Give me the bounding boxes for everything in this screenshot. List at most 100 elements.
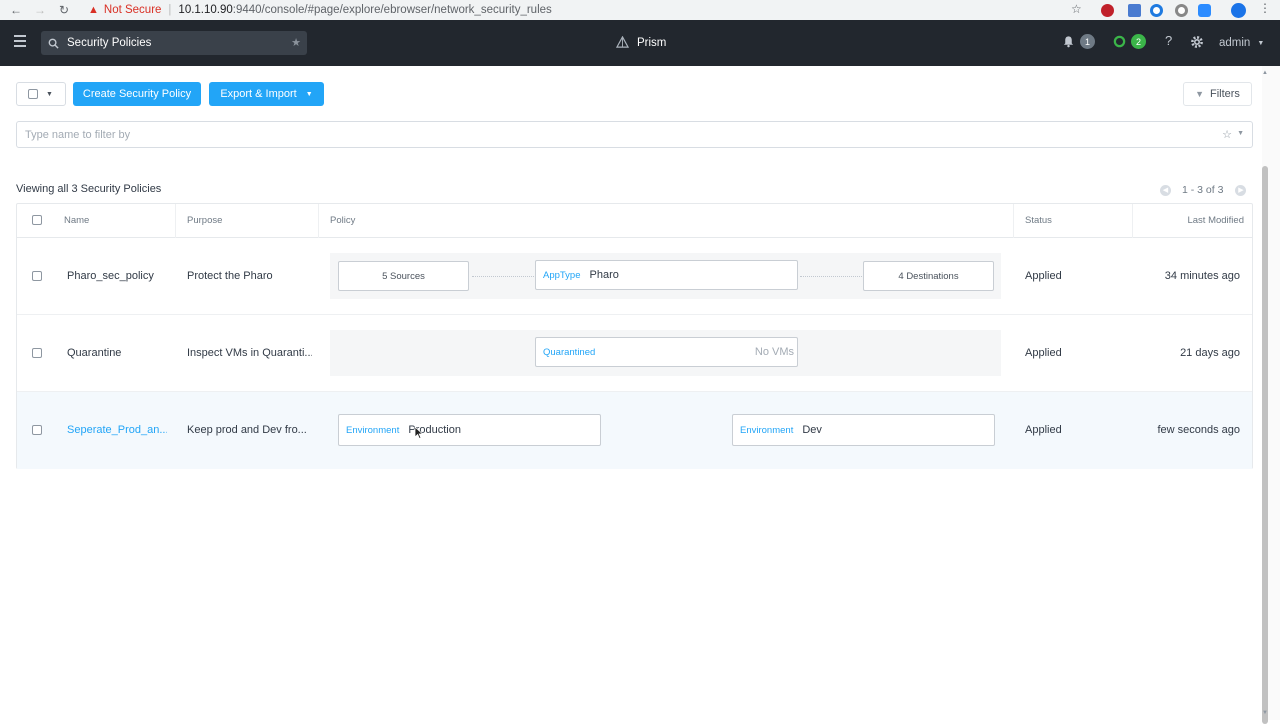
- tasks-button[interactable]: 2: [1113, 34, 1146, 49]
- policy-name-link[interactable]: Seperate_Prod_an...: [67, 424, 167, 436]
- column-divider: [175, 204, 176, 238]
- warning-icon: ▲: [88, 4, 99, 16]
- save-filter-star-icon[interactable]: ☆: [1222, 128, 1232, 141]
- url-host: 10.1.10.90: [178, 4, 233, 16]
- tasks-count-badge: 2: [1131, 34, 1146, 49]
- destinations-box[interactable]: 4 Destinations: [863, 261, 994, 291]
- quarantine-box[interactable]: Quarantined No VMs: [535, 337, 798, 367]
- category-value: Pharo: [589, 269, 619, 281]
- scroll-up-icon[interactable]: ▲: [1262, 70, 1268, 76]
- policy-purpose: Keep prod and Dev fro...: [187, 424, 307, 436]
- source-environment-box[interactable]: Environment Production: [338, 414, 601, 446]
- prism-logo-icon: [616, 36, 629, 48]
- last-modified-text: 21 days ago: [1180, 347, 1240, 359]
- row-checkbox[interactable]: [32, 271, 42, 281]
- bulk-select-checkbox[interactable]: [28, 89, 38, 99]
- row-checkbox[interactable]: [32, 348, 42, 358]
- alerts-count-badge: 1: [1080, 34, 1095, 49]
- reload-icon[interactable]: ↻: [56, 3, 72, 17]
- filters-button[interactable]: ▼ Filters: [1183, 82, 1252, 106]
- back-icon[interactable]: ←: [8, 3, 24, 17]
- browser-toolbar: ← → ↻ ▲ Not Secure | 10.1.10.90 :9440/co…: [0, 0, 1280, 20]
- column-header-status[interactable]: Status: [1025, 215, 1052, 226]
- filter-funnel-icon: ▼: [1195, 89, 1204, 99]
- scroll-down-icon[interactable]: ▼: [1262, 710, 1268, 716]
- column-header-name[interactable]: Name: [64, 215, 89, 226]
- category-tag: AppType: [543, 269, 581, 281]
- app-group-box[interactable]: AppType Pharo: [535, 260, 798, 290]
- select-all-checkbox[interactable]: [32, 215, 42, 225]
- next-page-icon[interactable]: ▶: [1235, 184, 1247, 196]
- destination-environment-box[interactable]: Environment Dev: [732, 414, 995, 446]
- global-search-box[interactable]: Security Policies ★: [41, 31, 307, 55]
- pagination: ◀ 1 - 3 of 3 ▶: [1160, 184, 1247, 196]
- extension-grey-icon[interactable]: [1175, 4, 1188, 17]
- profile-avatar[interactable]: [1231, 3, 1246, 18]
- bulk-select-dropdown[interactable]: ▼: [16, 82, 66, 106]
- menu-icon[interactable]: [14, 35, 26, 47]
- chevron-down-icon: ▼: [46, 90, 53, 98]
- url-path: :9440/console/#page/explore/ebrowser/net…: [232, 4, 552, 16]
- sources-box[interactable]: 5 Sources: [338, 261, 469, 291]
- column-header-policy[interactable]: Policy: [330, 215, 355, 226]
- policy-visualization: 5 Sources AppType Pharo 4 Destinations: [330, 253, 1001, 299]
- last-modified-text: few seconds ago: [1157, 424, 1240, 436]
- table-row[interactable]: Pharo_sec_policy Protect the Pharo 5 Sou…: [17, 238, 1252, 315]
- policy-name[interactable]: Quarantine: [67, 347, 177, 359]
- mouse-cursor-icon: [414, 426, 424, 440]
- search-text: Security Policies: [67, 37, 152, 49]
- chevron-down-icon: ▼: [305, 90, 313, 98]
- filter-chevron-down-icon[interactable]: ▼: [1237, 130, 1244, 137]
- user-menu[interactable]: admin ▼: [1219, 37, 1264, 49]
- table-row[interactable]: Quarantine Inspect VMs in Quaranti... Qu…: [17, 315, 1252, 392]
- task-circle-icon: [1113, 35, 1126, 48]
- forward-icon[interactable]: →: [32, 3, 48, 17]
- export-button-label: Export & Import: [220, 88, 297, 100]
- category-tag: Environment: [346, 424, 400, 436]
- scrollbar-thumb[interactable]: [1262, 166, 1268, 724]
- search-icon: [48, 38, 59, 49]
- name-filter-box: ☆ ▼: [16, 121, 1253, 148]
- favorite-star-icon[interactable]: ★: [291, 36, 301, 49]
- previous-page-icon[interactable]: ◀: [1160, 184, 1171, 196]
- settings-gear-icon[interactable]: [1190, 35, 1204, 49]
- help-icon[interactable]: ?: [1165, 33, 1172, 48]
- category-value: Dev: [802, 424, 822, 436]
- table-header: Name Purpose Policy Status Last Modified: [17, 204, 1252, 238]
- extension-circle-icon[interactable]: [1150, 4, 1163, 17]
- extension-doc-icon[interactable]: [1128, 4, 1141, 17]
- bookmark-star-icon[interactable]: ☆: [1071, 2, 1082, 16]
- name-filter-input[interactable]: [25, 128, 1175, 141]
- create-security-policy-button[interactable]: Create Security Policy: [73, 82, 201, 106]
- flow-connector: [800, 276, 862, 277]
- policy-purpose: Inspect VMs in Quaranti...: [187, 347, 312, 359]
- column-header-purpose[interactable]: Purpose: [187, 215, 222, 226]
- security-policies-table: Name Purpose Policy Status Last Modified…: [16, 203, 1253, 469]
- policy-name[interactable]: Pharo_sec_policy: [67, 270, 177, 282]
- row-checkbox[interactable]: [32, 425, 42, 435]
- address-bar[interactable]: ▲ Not Secure | 10.1.10.90 :9440/console/…: [88, 4, 552, 16]
- policy-purpose: Protect the Pharo: [187, 270, 273, 282]
- last-modified-text: 34 minutes ago: [1164, 270, 1240, 282]
- page-scrollbar[interactable]: ▲ ▼: [1262, 66, 1280, 724]
- not-secure-label: Not Secure: [103, 4, 162, 16]
- table-row-hovered[interactable]: Seperate_Prod_an... Keep prod and Dev fr…: [17, 392, 1252, 469]
- column-divider: [1132, 204, 1133, 238]
- bell-icon: [1063, 36, 1074, 48]
- status-text: Applied: [1025, 270, 1062, 282]
- prism-home-link[interactable]: Prism: [616, 36, 666, 49]
- destinations-label: 4 Destinations: [898, 270, 959, 282]
- export-import-button[interactable]: Export & Import ▼: [209, 82, 324, 106]
- browser-menu-icon[interactable]: ⋮: [1259, 1, 1271, 15]
- viewing-count-text: Viewing all 3 Security Policies: [16, 183, 162, 195]
- user-name: admin: [1219, 37, 1251, 49]
- filters-label: Filters: [1209, 88, 1240, 100]
- sources-label: 5 Sources: [382, 270, 425, 282]
- column-header-last-modified[interactable]: Last Modified: [1187, 215, 1244, 226]
- extension-camera-icon[interactable]: [1198, 4, 1211, 17]
- alerts-button[interactable]: 1: [1062, 34, 1095, 49]
- column-divider: [1013, 204, 1014, 238]
- extension-ublock-icon[interactable]: [1101, 4, 1114, 17]
- status-text: Applied: [1025, 424, 1062, 436]
- category-tag: Quarantined: [543, 346, 596, 358]
